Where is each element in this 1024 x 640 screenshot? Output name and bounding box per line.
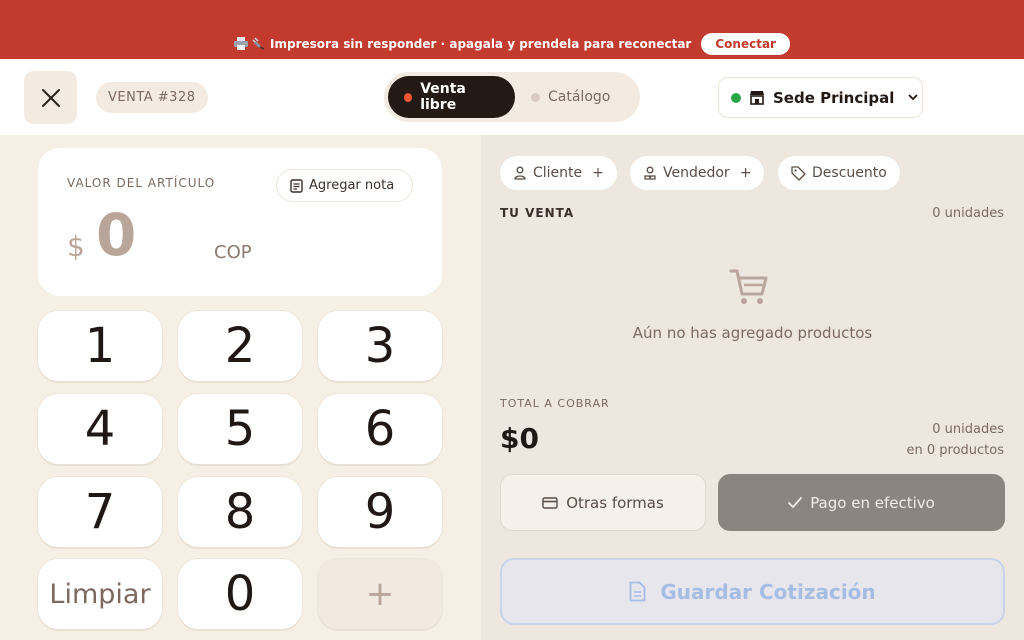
branch-label: Sede Principal: [773, 88, 895, 107]
top-bar: VENTA #328 Venta libre Catálogo Sede Pri…: [0, 59, 1024, 135]
tab-catalogo[interactable]: Catálogo: [515, 76, 626, 118]
currency-code: COP: [214, 242, 252, 263]
status-dot-icon: [731, 92, 741, 103]
other-payment-label: Otras formas: [566, 493, 664, 512]
tab-label: Catálogo: [548, 89, 611, 105]
plus-icon: +: [739, 165, 752, 181]
card-icon: [542, 496, 558, 509]
client-chip[interactable]: Cliente +: [500, 156, 617, 190]
key-5[interactable]: 5: [178, 394, 302, 464]
inactive-dot-icon: [531, 92, 540, 102]
discount-chip-label: Descuento: [812, 165, 887, 181]
save-quote-button[interactable]: Guardar Cotización: [500, 558, 1005, 625]
total-value: $0: [500, 422, 539, 455]
plus-icon: +: [592, 165, 604, 181]
banner-message-group: Impresora sin responder · apagala y pren…: [234, 37, 691, 51]
sale-mode-toggle: Venta libre Catálogo: [384, 72, 640, 122]
document-icon: [629, 581, 646, 602]
summary-products: en 0 productos: [906, 443, 1005, 458]
printer-icon: [234, 37, 249, 50]
tab-label: Venta libre: [420, 81, 466, 113]
total-label: TOTAL A COBRAR: [500, 397, 610, 410]
amount-display: 0: [96, 201, 137, 269]
key-7[interactable]: 7: [38, 477, 162, 547]
value-label: VALOR DEL ARTÍCULO: [67, 176, 216, 190]
save-quote-label: Guardar Cotización: [660, 579, 876, 604]
seller-icon: [644, 166, 656, 180]
cash-payment-label: Pago en efectivo: [810, 493, 935, 512]
sale-panel: Cliente + Vendedor + Descuento TU VENTA …: [481, 135, 1024, 640]
close-button[interactable]: [24, 71, 77, 124]
currency-sign: $: [67, 230, 85, 263]
clear-button[interactable]: Limpiar: [38, 559, 162, 629]
key-4[interactable]: 4: [38, 394, 162, 464]
add-note-button[interactable]: Agregar nota: [276, 169, 413, 202]
tab-venta-libre[interactable]: Venta libre: [388, 76, 515, 118]
discount-chip[interactable]: Descuento: [778, 156, 900, 190]
summary-units: 0 unidades: [932, 422, 1004, 437]
client-chip-label: Cliente: [533, 165, 583, 181]
key-6[interactable]: 6: [318, 394, 442, 464]
check-icon: [788, 497, 803, 508]
close-icon: [41, 88, 60, 107]
add-note-label: Agregar nota: [309, 178, 395, 193]
sale-number-badge: VENTA #328: [96, 82, 208, 113]
person-icon: [514, 166, 526, 180]
key-0[interactable]: 0: [178, 559, 302, 629]
key-9[interactable]: 9: [318, 477, 442, 547]
other-payment-button[interactable]: Otras formas: [500, 474, 706, 531]
chevron-down-icon: [908, 94, 918, 101]
seller-chip[interactable]: Vendedor +: [630, 156, 765, 190]
key-1[interactable]: 1: [38, 311, 162, 381]
key-8[interactable]: 8: [178, 477, 302, 547]
empty-cart-message: Aún no has agregado productos: [632, 324, 873, 342]
plug-icon: [252, 37, 265, 50]
sale-title: TU VENTA: [500, 206, 575, 220]
entry-panel: VALOR DEL ARTÍCULO Agregar nota $ 0 COP …: [0, 135, 481, 640]
note-icon: [290, 178, 303, 193]
banner-message: Impresora sin responder · apagala y pren…: [270, 36, 692, 51]
seller-chip-label: Vendedor: [663, 165, 730, 181]
store-icon: [750, 91, 764, 105]
active-dot-icon: [404, 92, 413, 102]
branch-selector[interactable]: Sede Principal: [718, 77, 923, 118]
add-item-button[interactable]: +: [318, 559, 442, 629]
key-3[interactable]: 3: [318, 311, 442, 381]
sale-units: 0 unidades: [932, 206, 1004, 221]
cash-payment-button[interactable]: Pago en efectivo: [718, 474, 1005, 531]
tag-icon: [791, 165, 806, 181]
connect-button[interactable]: Conectar: [701, 32, 790, 55]
value-card: VALOR DEL ARTÍCULO Agregar nota $ 0 COP: [38, 148, 442, 296]
printer-alert-banner: Impresora sin responder · apagala y pren…: [0, 0, 1024, 59]
cart-icon: [729, 269, 768, 304]
key-2[interactable]: 2: [178, 311, 302, 381]
